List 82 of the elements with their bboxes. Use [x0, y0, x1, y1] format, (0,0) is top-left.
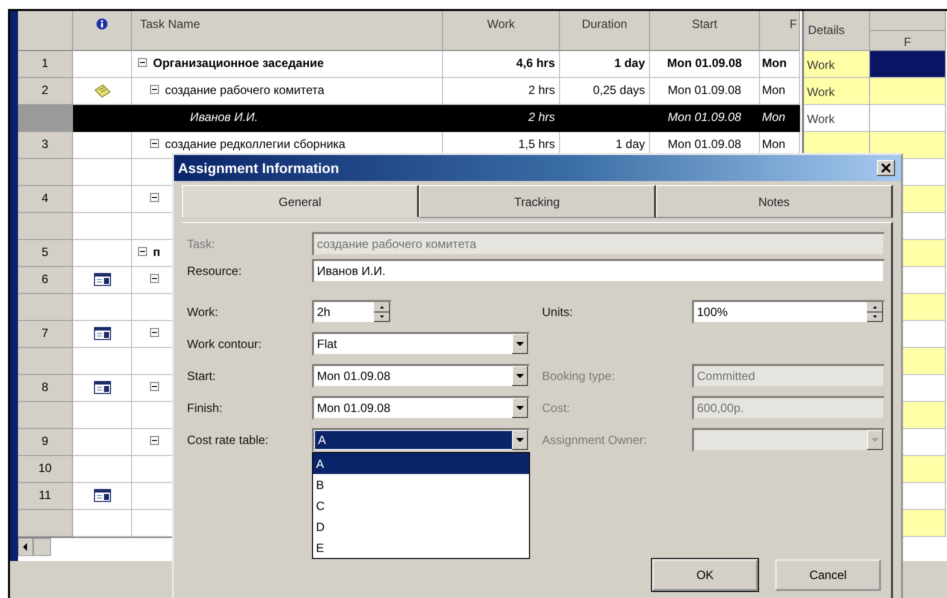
field-label: Cost: [541, 400, 572, 417]
scrollbar-thumb[interactable] [33, 538, 51, 556]
collapse-icon[interactable] [150, 274, 159, 283]
table-cell: Mon [760, 51, 800, 78]
table-cell: Mon 01.09.08 [650, 51, 760, 78]
task-name: создание редколлегии сборника [165, 137, 346, 151]
collapse-icon[interactable] [138, 58, 147, 67]
row-number[interactable]: 11 [18, 483, 73, 510]
task-name: Организационное заседание [153, 56, 324, 70]
row-number[interactable]: 5 [18, 240, 73, 267]
list-option[interactable]: C [313, 495, 529, 516]
info-icon [96, 18, 108, 30]
row-number[interactable]: 4 [18, 186, 73, 213]
field-label: Task: [187, 236, 216, 253]
field-label: Finish: [187, 400, 224, 417]
tab[interactable]: Notes [656, 185, 893, 218]
row-number[interactable]: 8 [18, 375, 73, 402]
column-header[interactable]: Task Name [132, 11, 443, 51]
scroll-left-button[interactable] [18, 538, 33, 556]
detail-label: Work [804, 105, 870, 132]
field-label: Booking type: [541, 368, 616, 385]
row-number[interactable]: 3 [18, 132, 73, 159]
field-label: Work: [187, 304, 220, 321]
row-number[interactable]: 9 [18, 429, 73, 456]
collapse-icon[interactable] [150, 85, 159, 94]
ok-button[interactable]: OK [652, 559, 758, 591]
task-name: Иванов И.И. [190, 110, 258, 124]
details-header: Details [804, 11, 870, 51]
list-option[interactable]: E [313, 537, 529, 558]
dropdown[interactable]: Mon 01.09.08 [312, 364, 530, 388]
row-number[interactable]: 2 [18, 78, 73, 105]
collapse-icon[interactable] [150, 436, 159, 445]
timescale-cell[interactable] [870, 78, 946, 105]
timescale-cell[interactable] [870, 132, 946, 159]
dropdown[interactable]: Mon 01.09.08 [312, 396, 530, 420]
column-header[interactable]: Duration [560, 11, 650, 51]
spinner-icon[interactable] [867, 302, 883, 322]
task-name: создание рабочего комитета [165, 83, 324, 97]
close-button[interactable] [877, 160, 895, 176]
detail-label: Work [804, 51, 870, 78]
spin-field[interactable]: 2h [312, 300, 392, 324]
collapse-icon[interactable] [138, 247, 147, 256]
dropdown-list[interactable]: A B C D E [312, 452, 530, 559]
list-option[interactable]: D [313, 516, 529, 537]
collapse-icon[interactable] [150, 193, 159, 202]
field-label: Work contour: [187, 336, 262, 353]
dropdown[interactable]: Flat [312, 332, 530, 356]
corner-header[interactable] [18, 11, 73, 51]
cancel-button[interactable]: Cancel [775, 559, 881, 591]
collapse-icon[interactable] [150, 139, 159, 148]
spinner-icon[interactable] [374, 302, 390, 322]
table-cell: 2 hrs [443, 105, 560, 132]
field-label: Units: [541, 304, 574, 321]
tab[interactable]: Tracking [419, 185, 656, 218]
field-label: Cost rate table: [187, 432, 270, 449]
column-header[interactable]: Work [443, 11, 560, 51]
timescale-cell[interactable] [870, 51, 946, 78]
table-cell: 1 day [560, 51, 650, 78]
input-field[interactable]: Иванов И.И. [312, 259, 885, 283]
field-label: Assignment Owner: [541, 432, 648, 449]
column-header[interactable]: Start [650, 11, 760, 51]
table-cell: Mon [760, 105, 800, 132]
spin-field[interactable]: 100% [692, 300, 885, 324]
collapse-icon[interactable] [150, 382, 159, 391]
tab[interactable]: General [182, 185, 419, 217]
table-cell: Mon 01.09.08 [650, 105, 760, 132]
row-number[interactable]: 1 [18, 51, 73, 78]
task-name: п [153, 245, 160, 259]
timescale-header: F [870, 31, 946, 51]
list-option[interactable]: B [313, 474, 529, 495]
detail-label: Work [804, 78, 870, 105]
timescale-cell[interactable] [870, 105, 946, 132]
list-option[interactable]: A [313, 453, 529, 474]
collapse-icon[interactable] [150, 328, 159, 337]
row-number[interactable]: 6 [18, 267, 73, 294]
row-number[interactable]: 7 [18, 321, 73, 348]
dialog-title: Assignment Information [178, 160, 340, 176]
table-cell: 4,6 hrs [443, 51, 560, 78]
field-label: Resource: [187, 263, 243, 280]
column-header[interactable]: F [760, 11, 800, 51]
row-number[interactable]: 10 [18, 456, 73, 483]
field-label: Start: [187, 368, 217, 385]
